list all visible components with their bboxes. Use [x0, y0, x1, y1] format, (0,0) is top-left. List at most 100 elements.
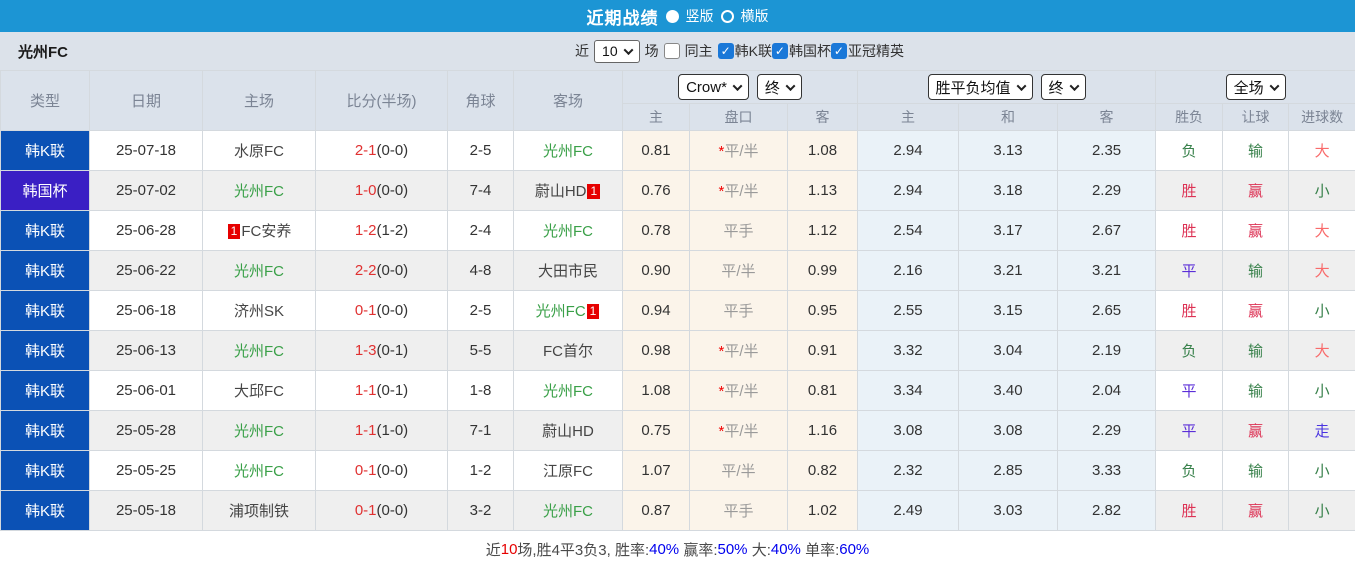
- table-row: 韩K联 25-06-28 1 FC安养 1-2(1-2) 2-4 光州FC 0.78 平手 1.1…: [0, 210, 1355, 251]
- avg-home-odds-cell: 2.94: [857, 130, 960, 171]
- handicap-home-odds-cell: 0.81: [622, 130, 690, 171]
- league-checkbox[interactable]: ✓: [717, 43, 734, 59]
- summary-segment: 10: [500, 540, 518, 558]
- team-label: 大田市民: [537, 263, 598, 280]
- handicap-text: 平/半: [721, 463, 756, 480]
- table-row: 韩K联 25-05-25 光州FC 0-1(0-0) 1-2 江原FC 1.07 平/半 0.8…: [0, 450, 1355, 491]
- wdl-result-cell: 平: [1155, 410, 1224, 451]
- league-filter-group: ✓ 韩K联 ✓ 韩国杯 ✓ 亚冠精英: [717, 41, 904, 61]
- home-team-cell: 光州FC: [202, 250, 316, 291]
- home-team-cell: 水原FC: [202, 130, 316, 171]
- league-filter-item: ✓ 韩国杯: [771, 41, 831, 61]
- date-cell: 25-05-28: [89, 410, 203, 451]
- fulltime-score: 0-1: [354, 462, 377, 479]
- handicap-home-odds-cell: 0.94: [622, 290, 690, 331]
- away-team-cell: 光州FC: [513, 370, 623, 411]
- chevron-down-icon: [785, 80, 796, 91]
- handicap-away-odds-cell: 1.08: [786, 130, 859, 171]
- header-date: 日期: [89, 70, 203, 131]
- table-row: 韩K联 25-05-18 浦项制铁 0-1(0-0) 3-2 光州FC 0.87 平手 1.02…: [0, 490, 1355, 531]
- competition-type-cell: 韩K联: [0, 250, 90, 291]
- score-cell: 0-1(0-0): [315, 490, 448, 531]
- league-checkbox[interactable]: ✓: [830, 43, 847, 59]
- wdl-result-cell: 负: [1155, 330, 1224, 371]
- layout-horizontal-option[interactable]: 横版: [741, 6, 769, 26]
- avg-draw-odds-cell: 3.13: [958, 130, 1059, 171]
- handicap-away-odds-cell: 0.99: [786, 250, 859, 291]
- score-cell: 1-0(0-0): [315, 170, 448, 211]
- handicap-home-odds-cell: 1.08: [622, 370, 690, 411]
- subheader-handicap-result: 让球: [1222, 103, 1290, 131]
- handicap-line-cell: 平手: [689, 210, 788, 251]
- score-cell: 0-1(0-0): [315, 290, 448, 331]
- avg-home-odds-cell: 2.54: [857, 210, 960, 251]
- handicap-result-cell: 输: [1222, 250, 1290, 291]
- subheader-wdl: 胜负: [1155, 103, 1224, 131]
- team-label: 光州FC: [234, 183, 284, 200]
- handicap-line-cell: *平/半: [689, 370, 788, 411]
- corner-cell: 5-5: [447, 330, 514, 371]
- radio-selected-icon[interactable]: [665, 9, 679, 23]
- handicap-home-odds-cell: 0.76: [622, 170, 690, 211]
- halftime-score: (0-1): [376, 382, 409, 399]
- halftime-score: (0-0): [376, 142, 409, 159]
- handicap-line-cell: *平/半: [689, 410, 788, 451]
- avg-away-odds-cell: 2.82: [1057, 490, 1157, 531]
- corner-cell: 1-8: [447, 370, 514, 411]
- corner-cell: 3-2: [447, 490, 514, 531]
- team-label: 光州FC: [543, 503, 593, 520]
- filter-controls: 近 10 场 同主 ✓ 韩K联 ✓ 韩国杯 ✓ 亚冠精英: [575, 39, 904, 63]
- corner-cell: 4-8: [447, 250, 514, 291]
- handicap-time-select[interactable]: 终: [756, 74, 802, 100]
- bookmaker-select[interactable]: Crow*: [678, 74, 749, 100]
- team-label: 水原FC: [234, 143, 284, 160]
- fulltime-score: 0-1: [354, 502, 377, 519]
- away-team-cell: 光州FC 1: [513, 290, 623, 331]
- handicap-group-header: Crow* 终: [621, 70, 859, 104]
- handicap-result-cell: 赢: [1222, 490, 1290, 531]
- home-team-cell: 光州FC: [202, 170, 316, 211]
- handicap-away-odds-cell: 1.12: [786, 210, 859, 251]
- odds-type-select[interactable]: 胜平负均值: [927, 74, 1033, 100]
- halftime-score: (0-0): [376, 302, 409, 319]
- avg-away-odds-cell: 2.67: [1057, 210, 1157, 251]
- fulltime-score: 1-3: [354, 342, 377, 359]
- avg-draw-odds-cell: 3.21: [958, 250, 1059, 291]
- layout-vertical-option[interactable]: 竖版: [686, 6, 714, 26]
- team-label: 江原FC: [543, 463, 593, 480]
- fulltime-score: 1-1: [354, 382, 377, 399]
- home-team-cell: 1 FC安养: [202, 210, 316, 251]
- radio-unselected-icon[interactable]: [720, 9, 734, 23]
- summary-footer: 近 10 场,胜4平3负3, 胜率: 40% 赢率: 50% 大: 40% 单率: 60%: [0, 531, 1355, 567]
- team-label: 大邱FC: [234, 383, 284, 400]
- competition-type-cell: 韩K联: [0, 290, 90, 331]
- away-team-cell: 大田市民: [513, 250, 623, 291]
- handicap-away-odds-cell: 0.82: [786, 450, 859, 491]
- subheader-hc-away: 客: [786, 103, 859, 131]
- avg-home-odds-cell: 2.32: [857, 450, 960, 491]
- avg-draw-odds-cell: 2.85: [958, 450, 1059, 491]
- odds-time-select[interactable]: 终: [1040, 74, 1086, 100]
- league-checkbox[interactable]: ✓: [771, 43, 788, 59]
- corner-cell: 2-4: [447, 210, 514, 251]
- away-team-cell: 蔚山HD 1: [513, 170, 623, 211]
- avg-away-odds-cell: 2.65: [1057, 290, 1157, 331]
- score-cell: 1-1(1-0): [315, 410, 448, 451]
- match-count-select[interactable]: 10: [594, 39, 640, 63]
- handicap-away-odds-cell: 0.81: [786, 370, 859, 411]
- home-team-cell: 光州FC: [202, 330, 316, 371]
- wdl-result-cell: 胜: [1155, 170, 1224, 211]
- period-select[interactable]: 全场: [1225, 74, 1286, 100]
- fulltime-score: 2-2: [354, 262, 377, 279]
- subheader-avg-home: 主: [857, 103, 960, 131]
- team-name: 光州FC: [18, 43, 68, 61]
- handicap-result-cell: 输: [1222, 330, 1290, 371]
- table-row: 韩K联 25-06-18 济州SK 0-1(0-0) 2-5 光州FC 1 0.94 平手 0.9…: [0, 290, 1355, 331]
- handicap-home-odds-cell: 0.78: [622, 210, 690, 251]
- halftime-score: (0-1): [376, 342, 409, 359]
- handicap-result-cell: 赢: [1222, 170, 1290, 211]
- chevron-down-icon: [732, 80, 743, 91]
- same-home-checkbox[interactable]: [663, 43, 680, 59]
- home-team-cell: 光州FC: [202, 450, 316, 491]
- table-row: 韩K联 25-06-13 光州FC 1-3(0-1) 5-5 FC首尔 0.98 *平/半 0.…: [0, 330, 1355, 371]
